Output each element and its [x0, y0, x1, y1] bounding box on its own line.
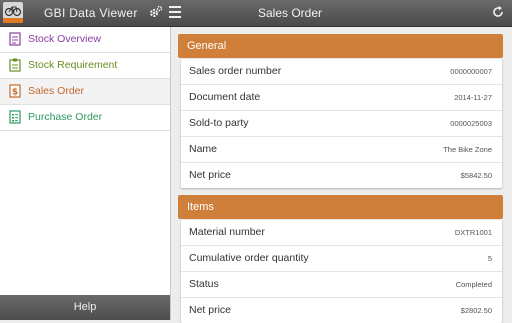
general-card: Sales order number 0000000007 Document d… [181, 59, 502, 188]
detail-row-name: Name The Bike Zone [181, 137, 502, 163]
row-label: Cumulative order quantity [189, 252, 309, 264]
list-document-icon [9, 110, 21, 124]
detail-row-net-price: Net price $2802.50 [181, 298, 502, 323]
row-label: Status [189, 278, 219, 290]
sidebar-item-sales-order[interactable]: $ Sales Order [0, 79, 170, 105]
row-value: Completed [455, 280, 492, 289]
sidebar: Stock Overview Stock Requirement $ Sales… [0, 27, 171, 320]
section-title: General [187, 40, 227, 52]
detail-row-sold-to-party: Sold-to party 0000025003 [181, 111, 502, 137]
row-value: 0000025003 [450, 119, 492, 128]
svg-text:$: $ [12, 88, 18, 98]
row-value: 5 [487, 254, 492, 263]
sidebar-item-purchase-order[interactable]: Purchase Order [0, 105, 170, 131]
top-bar: GBI Data Viewer Sales Order [0, 0, 512, 27]
row-label: Name [189, 143, 218, 155]
row-label: Sales order number [189, 65, 282, 77]
page-title: Sales Order [257, 6, 323, 20]
sidebar-item-stock-overview[interactable]: Stock Overview [0, 27, 170, 53]
bike-logo-icon [3, 2, 23, 23]
row-label: Sold-to party [189, 117, 249, 129]
help-button[interactable]: Help [0, 295, 170, 320]
detail-row-net-price: Net price $5842.50 [181, 163, 502, 188]
row-label: Document date [189, 91, 261, 103]
sidebar-item-label: Purchase Order [28, 111, 103, 123]
row-label: Net price [189, 169, 232, 181]
detail-row-cumulative-order-quantity: Cumulative order quantity 5 [181, 246, 502, 272]
dollar-document-icon: $ [9, 84, 21, 98]
general-section-header: General [178, 34, 503, 58]
hamburger-menu-icon[interactable] [169, 6, 181, 18]
sidebar-item-label: Stock Overview [28, 33, 101, 45]
detail-row-material-number: Material number DXTR1001 [181, 220, 502, 246]
document-icon [9, 32, 21, 46]
detail-row-sales-order-number: Sales order number 0000000007 [181, 59, 502, 85]
section-title: Items [187, 201, 214, 213]
settings-gear-icon[interactable] [149, 5, 163, 19]
row-value: DXTR1001 [454, 228, 492, 237]
app-title: GBI Data Viewer [44, 6, 138, 20]
sidebar-item-label: Sales Order [28, 85, 85, 97]
clipboard-icon [9, 58, 21, 72]
items-section-header: Items [178, 195, 503, 219]
row-value: 0000000007 [450, 67, 492, 76]
row-label: Net price [189, 304, 232, 316]
sidebar-item-label: Stock Requirement [28, 59, 118, 71]
row-value: 2014-11-27 [454, 93, 492, 102]
detail-row-document-date: Document date 2014-11-27 [181, 85, 502, 111]
sidebar-item-stock-requirement[interactable]: Stock Requirement [0, 53, 170, 79]
row-value: The Bike Zone [443, 145, 492, 154]
row-value: $5842.50 [460, 171, 492, 180]
row-value: $2802.50 [460, 306, 492, 315]
items-card: Material number DXTR1001 Cumulative orde… [181, 220, 502, 323]
detail-row-status: Status Completed [181, 272, 502, 298]
row-label: Material number [189, 226, 265, 238]
refresh-icon[interactable] [491, 5, 505, 19]
